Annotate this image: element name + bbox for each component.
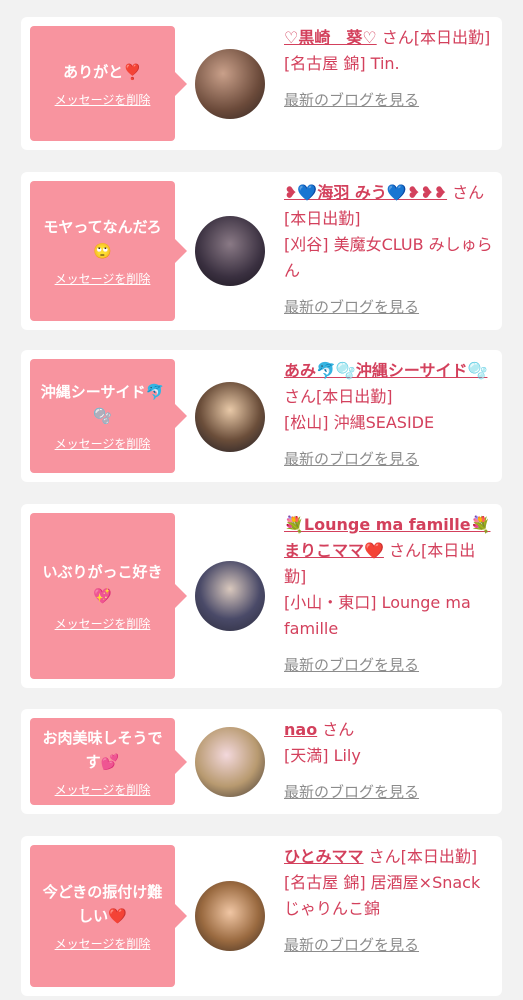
- avatar[interactable]: [195, 49, 265, 119]
- delete-message-link[interactable]: メッセージを削除: [55, 782, 151, 798]
- cast-name-link[interactable]: ひとみママ: [284, 847, 364, 866]
- blog-link[interactable]: 最新のブログを見る: [284, 932, 494, 958]
- cast-status: さん[本日出勤]: [284, 387, 393, 406]
- message-bubble: モヤってなんだろ🙄 メッセージを削除: [30, 181, 187, 321]
- message-list: ありがと❣️ メッセージを削除 ♡黒崎 葵♡ さん[本日出勤] [名古屋 錦] …: [0, 0, 523, 1000]
- blog-link[interactable]: 最新のブログを見る: [284, 779, 494, 805]
- cast-info: ♡黒崎 葵♡ さん[本日出勤] [名古屋 錦] Tin. 最新のブログを見る: [284, 25, 494, 113]
- message-card: ありがと❣️ メッセージを削除 ♡黒崎 葵♡ さん[本日出勤] [名古屋 錦] …: [21, 17, 502, 150]
- delete-message-link[interactable]: メッセージを削除: [55, 436, 151, 452]
- delete-message-link[interactable]: メッセージを削除: [55, 936, 151, 952]
- cast-name-link[interactable]: ♡黒崎 葵♡: [284, 28, 377, 47]
- cast-name-link[interactable]: あみ🐬🫧沖縄シーサイド🫧: [284, 361, 487, 380]
- message-bubble: 今どきの振付け難しい❤️ メッセージを削除: [30, 845, 187, 987]
- message-card: モヤってなんだろ🙄 メッセージを削除 ❥💙海羽 みう💙❥❥❥ さん[本日出勤] …: [21, 172, 502, 330]
- message-text: モヤってなんだろ🙄: [43, 218, 162, 260]
- cast-name-link[interactable]: ❥💙海羽 みう💙❥❥❥: [284, 183, 447, 202]
- blog-link[interactable]: 最新のブログを見る: [284, 652, 494, 678]
- cast-name-link[interactable]: nao: [284, 720, 317, 739]
- shop-link[interactable]: [名古屋 錦] Tin.: [284, 51, 494, 77]
- shop-link[interactable]: [刈谷] 美魔女CLUB みしゅらん: [284, 232, 494, 284]
- delete-message-link[interactable]: メッセージを削除: [55, 271, 151, 287]
- shop-link[interactable]: [天満] Lily: [284, 743, 494, 769]
- delete-message-link[interactable]: メッセージを削除: [55, 92, 151, 108]
- message-bubble: いぶりがっこ好き💖 メッセージを削除: [30, 513, 187, 679]
- cast-info: あみ🐬🫧沖縄シーサイド🫧 さん[本日出勤] [松山] 沖縄SEASIDE 最新の…: [284, 358, 494, 472]
- shop-link[interactable]: [小山・東口] Lounge ma famille: [284, 590, 494, 642]
- cast-info: ひとみママ さん[本日出勤] [名古屋 錦] 居酒屋×Snack じゃりんこ錦 …: [284, 844, 494, 958]
- message-text: 今どきの振付け難しい❤️: [42, 883, 163, 925]
- blog-link[interactable]: 最新のブログを見る: [284, 294, 494, 320]
- message-card: いぶりがっこ好き💖 メッセージを削除 💐Lounge ma famille💐まり…: [21, 504, 502, 688]
- message-bubble: お肉美味しそうです💕 メッセージを削除: [30, 718, 187, 805]
- blog-link[interactable]: 最新のブログを見る: [284, 446, 494, 472]
- cast-status: さん: [322, 720, 355, 739]
- message-bubble: 沖縄シーサイド🐬🫧 メッセージを削除: [30, 359, 187, 473]
- cast-status: さん[本日出勤]: [368, 847, 478, 866]
- message-card: お肉美味しそうです💕 メッセージを削除 nao さん [天満] Lily 最新の…: [21, 709, 502, 814]
- message-text: お肉美味しそうです💕: [42, 728, 163, 771]
- avatar[interactable]: [195, 881, 265, 951]
- avatar[interactable]: [195, 216, 265, 286]
- delete-message-link[interactable]: メッセージを削除: [55, 616, 151, 632]
- shop-link[interactable]: [松山] 沖縄SEASIDE: [284, 410, 494, 436]
- message-text: いぶりがっこ好き💖: [42, 563, 163, 605]
- cast-status: さん[本日出勤]: [381, 28, 491, 47]
- message-bubble: ありがと❣️ メッセージを削除: [30, 26, 187, 141]
- message-card: 沖縄シーサイド🐬🫧 メッセージを削除 あみ🐬🫧沖縄シーサイド🫧 さん[本日出勤]…: [21, 350, 502, 482]
- avatar[interactable]: [195, 382, 265, 452]
- blog-link[interactable]: 最新のブログを見る: [284, 87, 494, 113]
- avatar[interactable]: [195, 727, 265, 797]
- cast-info: ❥💙海羽 みう💙❥❥❥ さん[本日出勤] [刈谷] 美魔女CLUB みしゅらん …: [284, 180, 494, 320]
- message-card: 今どきの振付け難しい❤️ メッセージを削除 ひとみママ さん[本日出勤] [名古…: [21, 836, 502, 996]
- cast-info: 💐Lounge ma famille💐まりこママ❤️ さん[本日出勤] [小山・…: [284, 512, 494, 678]
- cast-info: nao さん [天満] Lily 最新のブログを見る: [284, 717, 494, 805]
- avatar[interactable]: [195, 561, 265, 631]
- message-text: ありがと❣️: [63, 62, 142, 81]
- message-text: 沖縄シーサイド🐬🫧: [40, 383, 165, 425]
- shop-link[interactable]: [名古屋 錦] 居酒屋×Snack じゃりんこ錦: [284, 870, 494, 922]
